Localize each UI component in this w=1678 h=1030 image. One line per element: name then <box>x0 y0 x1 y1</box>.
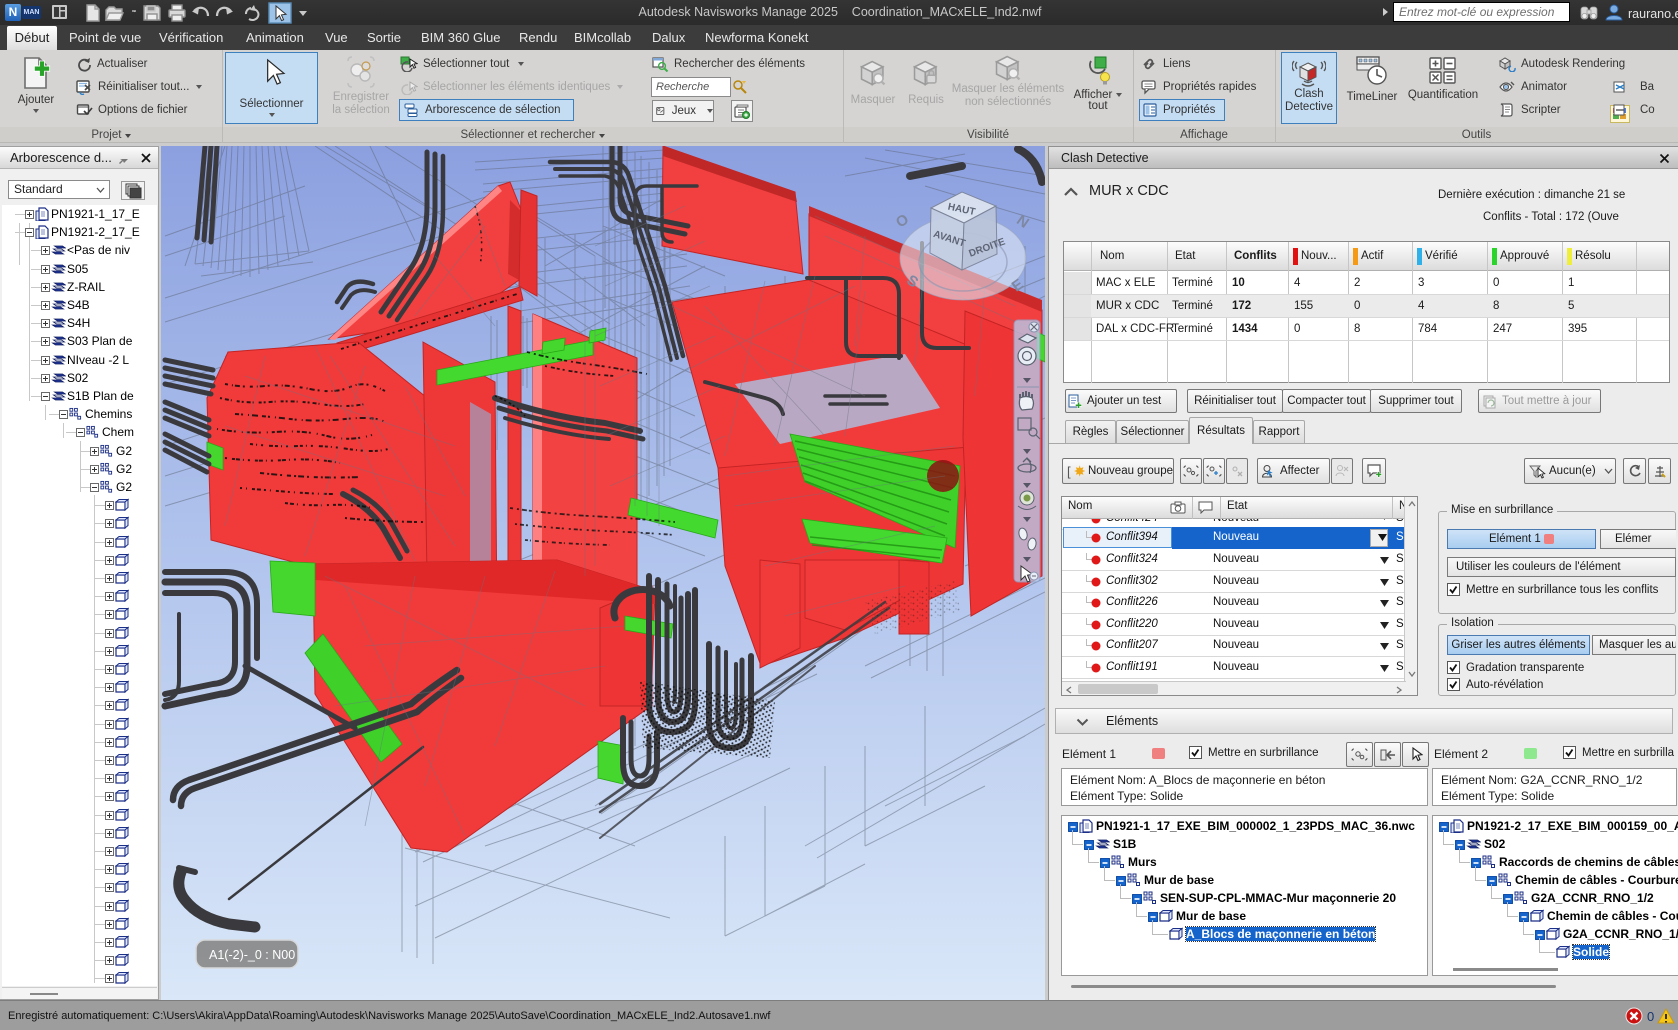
svg-text:0: 0 <box>1647 1009 1654 1024</box>
svg-text:A1(-2)-_0 : N00: A1(-2)-_0 : N00 <box>209 948 295 962</box>
svg-text:raurano.e: raurano.e <box>1628 7 1678 21</box>
